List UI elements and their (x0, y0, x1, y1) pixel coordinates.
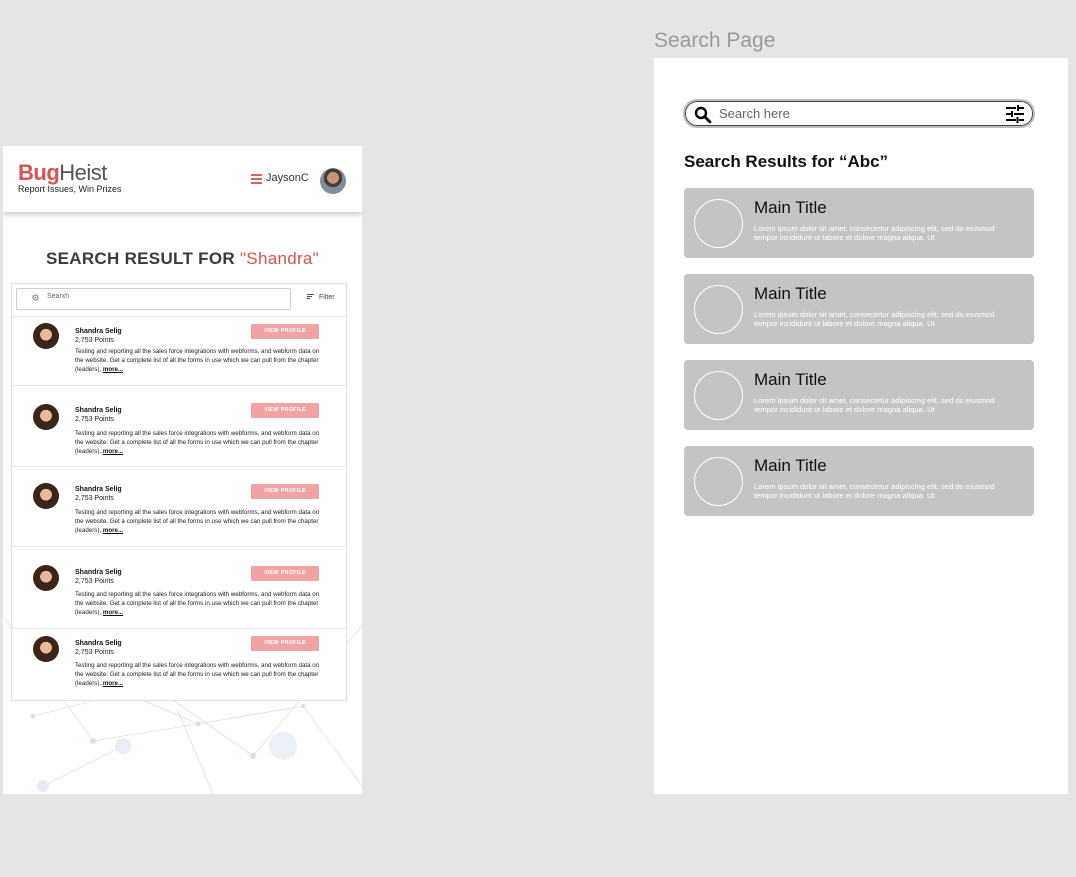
result-description: Testing and reporting all the sales forc… (75, 509, 323, 535)
logo-tagline: Report Issues, Win Prizes (18, 184, 122, 194)
avatar[interactable] (33, 636, 59, 662)
card-title: Main Title (754, 284, 827, 303)
result-description: Testing and reporting all the sales forc… (75, 430, 323, 456)
avatar-placeholder (694, 371, 743, 420)
view-profile-button[interactable]: VIEW PROFILE (251, 636, 319, 651)
avatar-placeholder (694, 457, 743, 506)
avatar[interactable] (320, 168, 346, 194)
menu-icon[interactable] (251, 174, 262, 184)
search-bar[interactable] (683, 99, 1035, 128)
result-card[interactable]: Main Title Lorem ipsum dolor sit amet, c… (684, 446, 1034, 516)
more-link[interactable]: more... (103, 366, 123, 373)
bugheist-logo[interactable]: BugHeist Report Issues, Win Prizes (18, 160, 122, 194)
card-description: Lorem ipsum dolor sit amet, consectetur … (754, 396, 995, 414)
result-points: 2,753 Points (75, 337, 114, 344)
result-points: 2,753 Points (75, 495, 114, 502)
card-title: Main Title (754, 198, 827, 217)
page-title-query: "Shandra" (239, 249, 320, 268)
search-input[interactable]: Searxh (16, 288, 291, 310)
top-navbar: BugHeist Report Issues, Win Prizes Jayso… (3, 146, 362, 212)
view-profile-button[interactable]: VIEW PROFILE (251, 403, 319, 418)
results-card: Searxh Filter Shandra Selig 2,753 Points… (11, 283, 347, 701)
list-item: Shandra Selig 2,753 Points VIEW PROFILE … (12, 467, 346, 547)
search-placeholder: Searxh (47, 293, 70, 300)
filter-label: Filter (319, 294, 335, 301)
more-link[interactable]: more... (103, 680, 123, 687)
result-name[interactable]: Shandra Selig (75, 407, 122, 414)
avatar[interactable] (33, 483, 59, 509)
search-icon (694, 106, 712, 124)
tune-icon[interactable] (1005, 105, 1025, 123)
list-item: Shandra Selig 2,753 Points VIEW PROFILE … (12, 386, 346, 467)
result-name[interactable]: Shandra Selig (75, 486, 122, 493)
result-card[interactable]: Main Title Lorem ipsum dolor sit amet, c… (684, 274, 1034, 344)
result-name[interactable]: Shandra Selig (75, 569, 122, 576)
card-description: Lorem ipsum dolor sit amet, consectetur … (754, 224, 995, 242)
logo-bug-text: Bug (18, 160, 60, 185)
result-name[interactable]: Shandra Selig (75, 328, 122, 335)
card-title: Main Title (754, 456, 827, 475)
logo-heist-text: Heist (59, 160, 107, 185)
avatar-placeholder (694, 199, 743, 248)
search-row: Searxh Filter (12, 284, 346, 317)
result-points: 2,753 Points (75, 578, 114, 585)
view-profile-button[interactable]: VIEW PROFILE (251, 324, 319, 339)
filter-button[interactable]: Filter (307, 294, 335, 301)
avatar-placeholder (694, 285, 743, 334)
frame-label: Search Page (654, 29, 776, 52)
bugheist-search-screen: BugHeist Report Issues, Win Prizes Jayso… (3, 146, 362, 794)
card-description: Lorem ipsum dolor sit amet, consectetur … (754, 310, 995, 328)
username[interactable]: JaysonC (266, 172, 309, 184)
results-heading: Search Results for “Abc” (684, 152, 889, 171)
result-points: 2,753 Points (75, 416, 114, 423)
result-points: 2,753 Points (75, 649, 114, 656)
view-profile-button[interactable]: VIEW PROFILE (251, 484, 319, 499)
result-description: Testing and reporting all the sales forc… (75, 591, 323, 617)
list-item: Shandra Selig 2,753 Points VIEW PROFILE … (12, 317, 346, 386)
more-link[interactable]: more... (103, 609, 123, 616)
search-page-wireframe: Search Results for “Abc” Main Title Lore… (654, 58, 1068, 794)
page-title-prefix: SEARCH RESULT FOR (45, 249, 240, 268)
search-input[interactable] (719, 104, 989, 123)
list-item: Shandra Selig 2,753 Points VIEW PROFILE … (12, 547, 346, 629)
result-description: Testing and reporting all the sales forc… (75, 662, 323, 688)
avatar[interactable] (33, 323, 59, 349)
card-description: Lorem ipsum dolor sit amet, consectetur … (754, 482, 995, 500)
more-link[interactable]: more... (103, 527, 123, 534)
result-card[interactable]: Main Title Lorem ipsum dolor sit amet, c… (684, 360, 1034, 430)
card-title: Main Title (754, 370, 827, 389)
page-title: SEARCH RESULT FOR "Shandra" (3, 249, 362, 269)
avatar[interactable] (33, 565, 59, 591)
result-name[interactable]: Shandra Selig (75, 640, 122, 647)
filter-icon (307, 294, 314, 300)
view-profile-button[interactable]: VIEW PROFILE (251, 566, 319, 581)
result-description: Testing and reporting all the sales forc… (75, 348, 323, 374)
location-icon (32, 294, 39, 301)
more-link[interactable]: more... (103, 448, 123, 455)
result-card[interactable]: Main Title Lorem ipsum dolor sit amet, c… (684, 188, 1034, 258)
avatar[interactable] (33, 404, 59, 430)
list-item: Shandra Selig 2,753 Points VIEW PROFILE … (12, 629, 346, 699)
